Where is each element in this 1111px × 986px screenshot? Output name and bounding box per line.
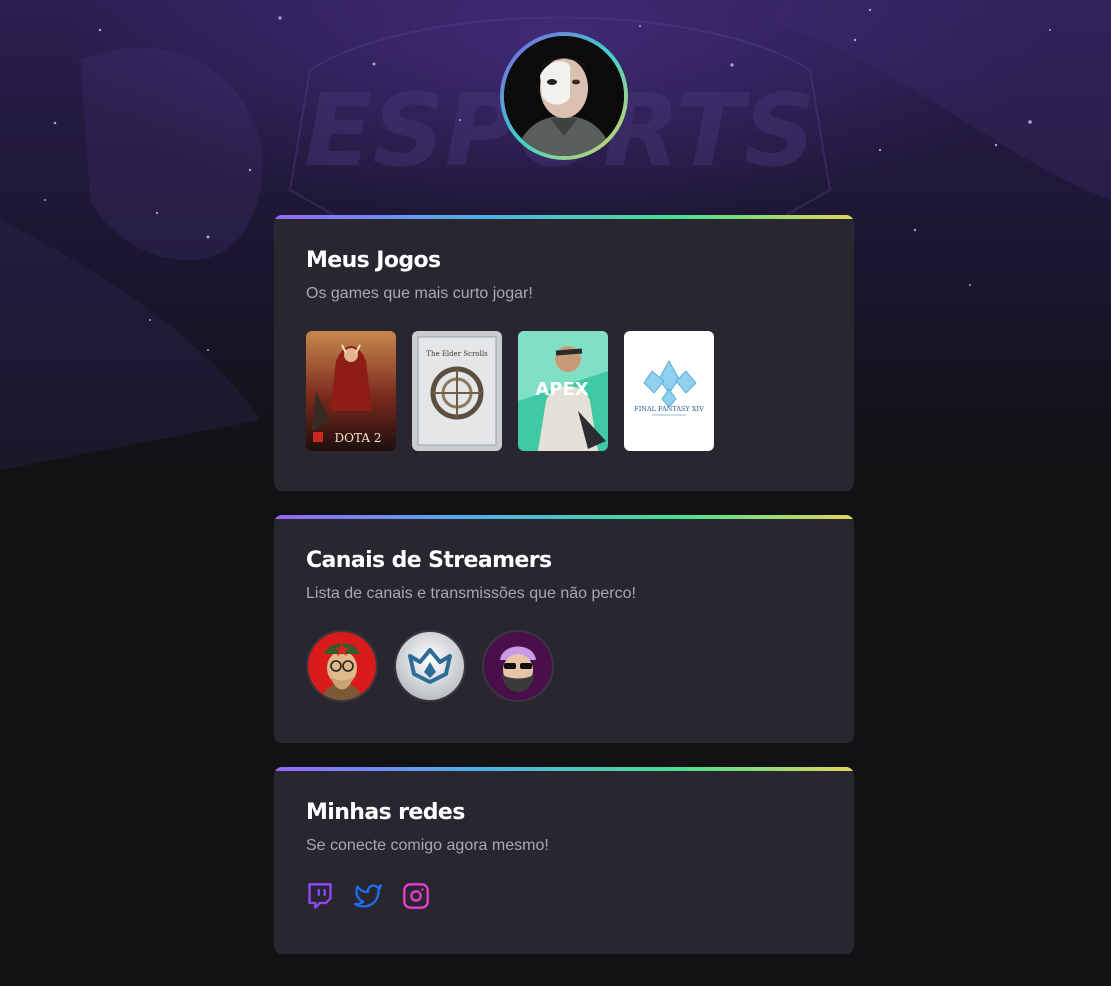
game-apex-legends[interactable]: APEX bbox=[518, 331, 608, 451]
streamers-title: Canais de Streamers bbox=[306, 548, 552, 573]
game-dota2[interactable]: DOTA 2 bbox=[306, 331, 396, 451]
streamers-list bbox=[306, 630, 822, 702]
game-final-fantasy-xiv[interactable]: FINAL FANTASY XIV bbox=[624, 331, 714, 451]
svg-text:The Elder Scrolls: The Elder Scrolls bbox=[426, 350, 488, 358]
games-subtitle: Os games que mais curto jogar! bbox=[306, 285, 533, 302]
streamer-avatar[interactable] bbox=[482, 630, 554, 702]
socials-card: Minhas redes Se conecte comigo agora mes… bbox=[274, 767, 854, 954]
games-list: DOTA 2 The Elder Scrolls APEX FINAL FANT… bbox=[306, 331, 822, 451]
svg-text:APEX: APEX bbox=[535, 379, 588, 400]
socials-subtitle: Se conecte comigo agora mesmo! bbox=[306, 837, 549, 854]
games-title: Meus Jogos bbox=[306, 248, 441, 273]
game-elder-scrolls-online[interactable]: The Elder Scrolls bbox=[412, 331, 502, 451]
streamers-card: Canais de Streamers Lista de canais e tr… bbox=[274, 515, 854, 743]
streamer-avatar[interactable] bbox=[394, 630, 466, 702]
profile-avatar bbox=[504, 36, 624, 156]
svg-text:FINAL FANTASY XIV: FINAL FANTASY XIV bbox=[634, 405, 704, 413]
twitch-icon[interactable] bbox=[306, 882, 334, 910]
streamer-avatar[interactable] bbox=[306, 630, 378, 702]
games-card: Meus Jogos Os games que mais curto jogar… bbox=[274, 215, 854, 491]
twitter-icon[interactable] bbox=[354, 882, 382, 910]
instagram-icon[interactable] bbox=[402, 882, 430, 910]
socials-list bbox=[306, 882, 822, 910]
svg-text:DOTA 2: DOTA 2 bbox=[335, 431, 382, 445]
socials-title: Minhas redes bbox=[306, 800, 465, 825]
profile-photo bbox=[504, 36, 624, 156]
profile-avatar-ring bbox=[500, 32, 628, 160]
streamers-subtitle: Lista de canais e transmissões que não p… bbox=[306, 585, 636, 602]
